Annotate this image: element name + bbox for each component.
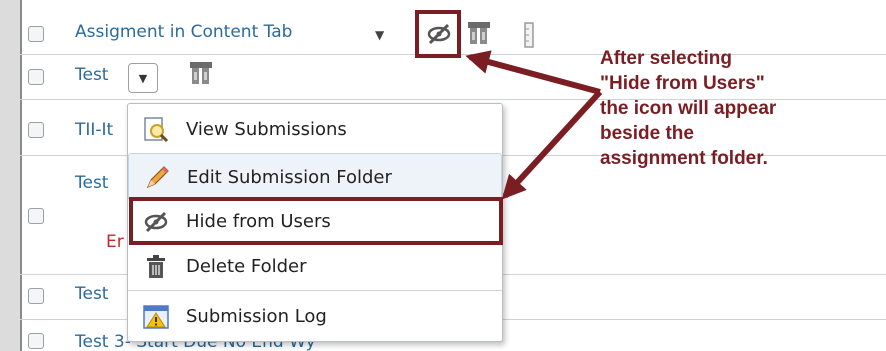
annotation-line: the icon will appear: [600, 98, 777, 119]
arrow-to-hidden-icon: [465, 50, 601, 95]
annotation-line: "Hide from Users": [600, 73, 765, 94]
annotation-line: beside the: [600, 123, 694, 144]
arrow-to-menu-item: [501, 89, 603, 200]
annotation-line: After selecting: [600, 48, 732, 69]
screenshot-frame: Assigment in Content Tab ▼ Test ▼ TII-It…: [0, 0, 886, 351]
annotation-note: After selecting "Hide from Users" the ic…: [600, 46, 776, 171]
annotation-line: assignment folder.: [600, 148, 768, 169]
